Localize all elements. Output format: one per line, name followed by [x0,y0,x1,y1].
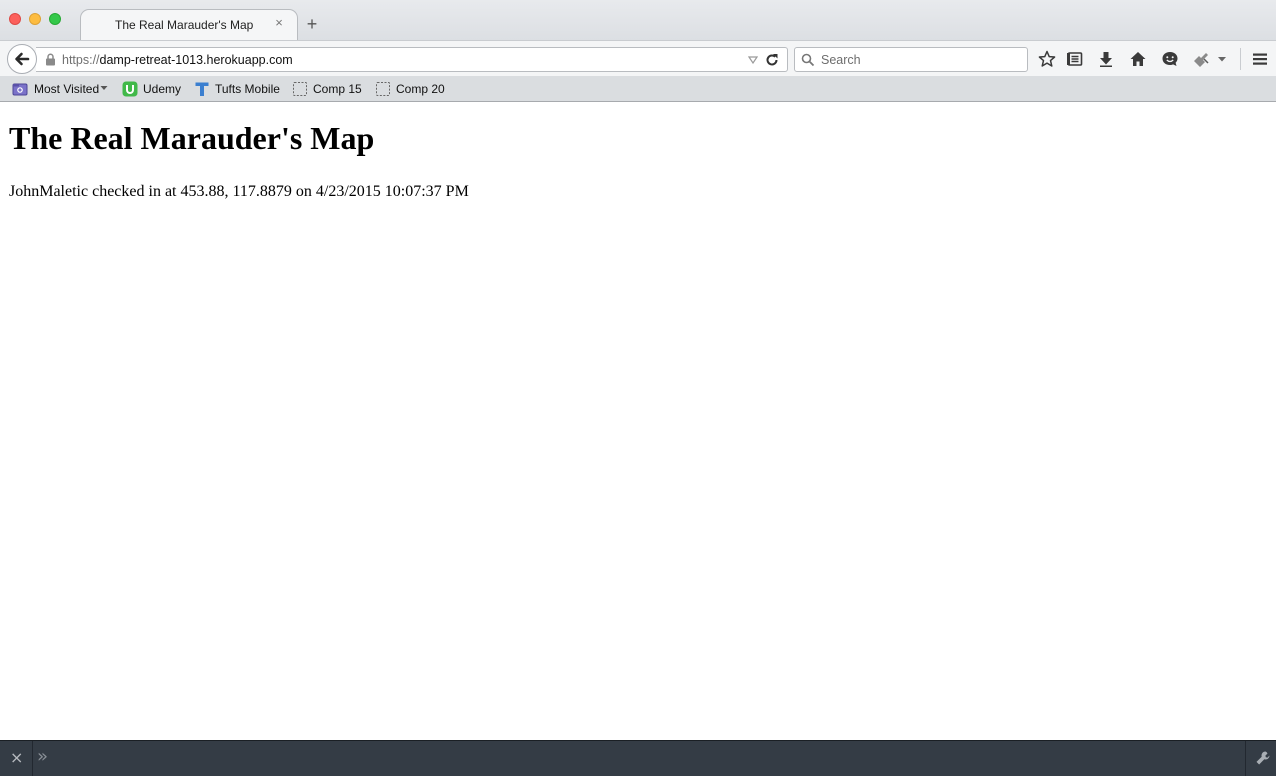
bookmark-label: Comp 20 [396,82,445,96]
hello-icon[interactable] [1161,50,1179,68]
devtools-close-icon[interactable]: × [10,748,23,768]
bookmark-comp-20[interactable]: Comp 20 [375,80,447,98]
browser-window: The Real Marauder's Map × + https://damp… [0,0,1276,776]
toolbar-separator [1240,48,1241,70]
extension-dropdown-icon[interactable] [1217,54,1227,64]
reader-list-icon[interactable] [1066,50,1084,68]
back-arrow-icon [15,52,30,66]
devbar-divider [1245,741,1246,776]
bookmark-most-visited[interactable]: Most Visited [12,80,110,98]
bookmarks-bar: Most Visited Udemy Tufts Mobile Comp 15 [0,76,1276,102]
url-host: damp-retreat-1013.herokuapp.com [99,53,293,67]
menu-icon[interactable] [1251,50,1269,68]
bookmark-label: Comp 15 [313,82,362,96]
extension-icon[interactable] [1192,50,1210,68]
page-content: The Real Marauder's Map JohnMaletic chec… [0,102,1276,740]
bookmark-comp-15[interactable]: Comp 15 [292,80,364,98]
url-scheme: https:// [62,53,100,67]
window-maximize-button[interactable] [49,13,61,25]
page-title: The Real Marauder's Map [9,120,375,156]
search-bar[interactable]: Search [794,47,1028,72]
bookmark-tufts-mobile[interactable]: Tufts Mobile [194,80,284,98]
window-close-button[interactable] [9,13,21,25]
title-bar: The Real Marauder's Map × + [0,0,1276,40]
url-history-dropdown-icon[interactable] [748,56,758,64]
folder-icon [376,82,390,96]
back-button[interactable] [7,44,37,74]
tab-close-icon[interactable]: × [272,16,286,30]
tab-title: The Real Marauder's Map [115,18,254,32]
search-placeholder: Search [821,53,861,67]
folder-icon [293,82,307,96]
tufts-icon [195,82,209,96]
search-icon [801,53,815,67]
checkin-message: JohnMaletic checked in at 453.88, 117.88… [9,183,469,200]
bookmark-label: Udemy [143,82,182,96]
developer-toolbar: × » [0,740,1276,776]
lock-icon [46,53,55,66]
bookmark-label: Tufts Mobile [215,82,280,96]
home-icon[interactable] [1129,50,1147,68]
bookmark-label: Most Visited [34,82,100,96]
devbar-divider [32,741,33,776]
url-bar[interactable]: https://damp-retreat-1013.herokuapp.com [36,47,788,72]
udemy-icon [122,81,138,97]
devtools-expand-icon[interactable]: » [37,746,48,768]
new-tab-button[interactable]: + [303,15,321,33]
wrench-icon[interactable] [1255,750,1271,766]
reload-icon[interactable] [765,53,779,67]
most-visited-icon [12,83,28,96]
window-minimize-button[interactable] [29,13,41,25]
download-icon[interactable] [1097,50,1115,68]
bookmark-udemy[interactable]: Udemy [122,80,182,98]
star-icon[interactable] [1038,50,1056,68]
tab-active[interactable]: The Real Marauder's Map × [80,9,298,40]
navigation-bar: https://damp-retreat-1013.herokuapp.com … [0,40,1276,76]
url-text[interactable]: https://damp-retreat-1013.herokuapp.com [62,53,293,67]
chevron-down-icon [100,86,108,90]
